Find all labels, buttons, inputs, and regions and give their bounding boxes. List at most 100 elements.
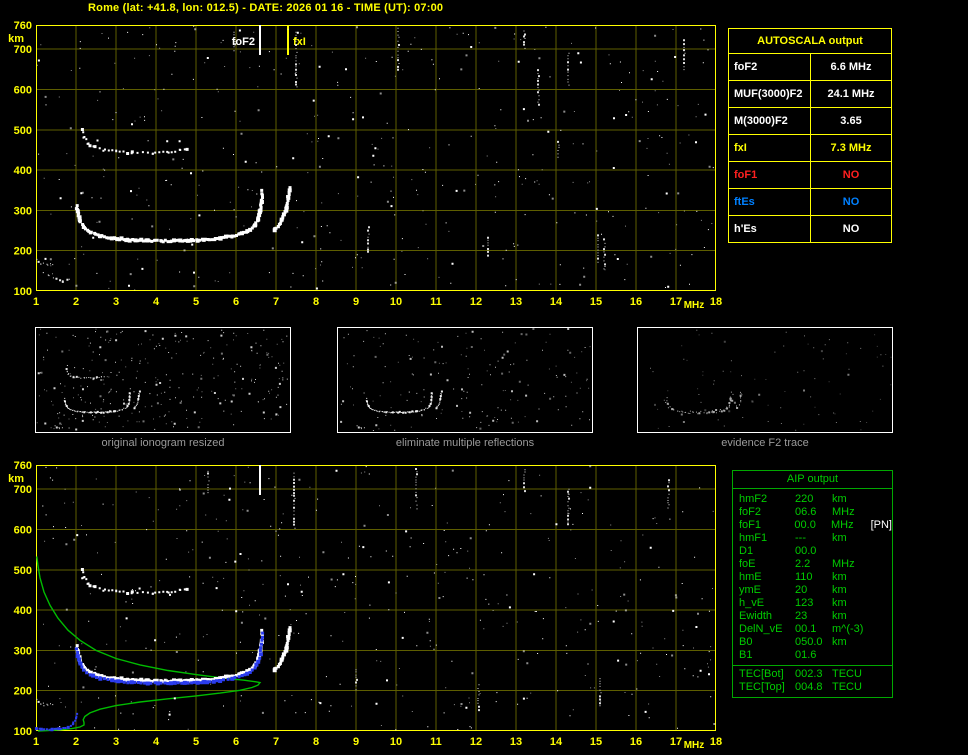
autoscala-row-label: foF1 <box>729 162 811 188</box>
panel-evidence-caption: evidence F2 trace <box>721 437 809 449</box>
aip-param-value: 002.3 <box>795 668 823 680</box>
aip-tec-rows: TEC[Bot] 002.3 TECU TEC[Top] 004.8 TECU <box>733 668 892 694</box>
trace-dots <box>366 390 443 414</box>
aip-param-name: h_vE <box>739 597 765 609</box>
aip-param-unit: TECU <box>832 681 862 693</box>
x-axis-unit-label: MHz <box>684 300 705 311</box>
aip-param-value: 00.0 <box>795 545 817 557</box>
aip-param-value: 110 <box>795 571 813 583</box>
autoscala-output-table: AUTOSCALA output foF2 6.6 MHz MUF(3000)F2 2… <box>728 28 892 243</box>
aip-param-name: hmF1 <box>739 532 768 544</box>
x-tick-label: 6 <box>233 296 239 308</box>
autoscala-row-value: 7.3 MHz <box>830 142 872 154</box>
x-tick-label: 10 <box>390 296 402 308</box>
aip-param-unit: MHz <box>832 558 855 570</box>
aip-param-name: DelN_vE <box>739 623 783 635</box>
aip-row: hmE 110 km <box>733 571 892 584</box>
autoscala-row: foF2 6.6 MHz <box>729 54 891 81</box>
aip-param-unit: TECU <box>832 668 862 680</box>
aip-param-unit: km <box>832 636 847 648</box>
panel-evidence-f2-chart <box>650 329 892 431</box>
trace-dots <box>74 128 292 244</box>
y-tick-label: 500 <box>14 565 32 577</box>
y-tick-label: 100 <box>14 726 32 738</box>
aip-param-name: B0 <box>739 636 753 648</box>
x-tick-label: 8 <box>313 296 319 308</box>
x-tick-label: 3 <box>113 296 119 308</box>
aip-row: TEC[Bot] 002.3 TECU <box>733 668 892 681</box>
profile-curve <box>36 556 262 732</box>
trace-dots <box>650 329 884 431</box>
aip-param-name: TEC[Top] <box>739 681 785 693</box>
aip-row: D1 00.0 <box>733 545 892 558</box>
trace-dots <box>207 469 670 707</box>
autoscala-table-title: AUTOSCALA output <box>729 29 891 54</box>
x-tick-label: 7 <box>273 736 279 748</box>
aip-param-value: 20 <box>795 584 808 596</box>
x-tick-label: 14 <box>550 736 563 748</box>
y-tick-label: 300 <box>14 205 32 217</box>
trace-dots <box>64 390 141 414</box>
y-tick-label: 600 <box>14 84 32 96</box>
autoscala-row-label: fxI <box>729 135 811 161</box>
y-tick-label: 700 <box>14 44 32 56</box>
trace-dots <box>340 330 591 431</box>
trace-dots <box>65 368 98 380</box>
aip-param-unit: km <box>832 597 847 609</box>
x-tick-label: 16 <box>630 296 642 308</box>
panel-eliminate-reflections <box>337 327 593 433</box>
aip-param-name: hmE <box>739 571 762 583</box>
aip-param-unit: km <box>832 532 847 544</box>
x-tick-label: 4 <box>153 296 160 308</box>
trace-dots <box>346 332 591 430</box>
trace-dots <box>76 469 711 716</box>
panel-original-ionogram <box>35 327 291 433</box>
x-tick-label: 1 <box>33 736 39 748</box>
y-tick-label: 700 <box>14 484 32 496</box>
aip-param-value: 050.0 <box>795 636 823 648</box>
trace-dots <box>38 25 714 288</box>
trace-dots <box>36 328 285 430</box>
aip-param-name: foE <box>739 558 756 570</box>
panel-original-ionogram-chart <box>36 328 288 431</box>
aip-param-value: 23 <box>795 610 808 622</box>
y-tick-label: 760 <box>14 460 32 472</box>
aip-row: TEC[Top] 004.8 TECU <box>733 681 892 694</box>
aip-param-value: 01.6 <box>795 649 817 661</box>
aip-row: Ewidth 23 km <box>733 610 892 623</box>
aip-param-value: 00.1 <box>795 623 817 635</box>
trace-dots <box>654 340 823 413</box>
aip-row: hmF1 --- km <box>733 532 892 545</box>
y-tick-label: 200 <box>14 686 32 698</box>
autoscala-row-label: MUF(3000)F2 <box>729 81 811 107</box>
x-tick-label: 12 <box>470 296 482 308</box>
y-tick-label: 400 <box>14 605 32 617</box>
x-tick-label: 15 <box>590 296 602 308</box>
aip-output-table: AIP output hmF2 220 km foF2 06.6 MHz foF1 00.0 M… <box>732 470 893 698</box>
x-tick-label: 11 <box>430 736 442 748</box>
autoscala-row-value: NO <box>842 196 860 208</box>
trace-dots <box>75 188 292 243</box>
x-tick-label: 6 <box>233 736 239 748</box>
aip-param-unit: km <box>832 493 847 505</box>
autoscala-table-rows: foF2 6.6 MHz MUF(3000)F2 24.1 MHz M(3000)F2 3… <box>729 54 891 242</box>
x-tick-label: 17 <box>670 736 682 748</box>
aip-param-value: 2.2 <box>795 558 811 570</box>
autoscala-row: M(3000)F2 3.65 <box>729 108 891 135</box>
x-tick-label: 1 <box>33 296 39 308</box>
y-tick-label: 600 <box>14 524 32 536</box>
panel-evidence-f2 <box>637 327 893 433</box>
aip-param-value: --- <box>795 532 806 544</box>
x-axis-unit-label: MHz <box>684 740 705 751</box>
aip-row: B0 050.0 km <box>733 636 892 649</box>
autoscala-screen: Rome (lat: +41.8, lon: 012.5) - DATE: 20… <box>0 0 968 755</box>
x-tick-label: 4 <box>153 736 160 748</box>
trace-dots <box>44 26 711 288</box>
autoscala-row: fxI 7.3 MHz <box>729 135 891 162</box>
x-tick-label: 18 <box>710 736 722 748</box>
aip-row: foF2 06.6 MHz <box>733 506 892 519</box>
aip-param-unit <box>832 545 872 558</box>
x-tick-label: 15 <box>590 736 602 748</box>
aip-row: DelN_vE 00.1 m^(-3) <box>733 623 892 636</box>
trace-dots <box>234 33 686 266</box>
